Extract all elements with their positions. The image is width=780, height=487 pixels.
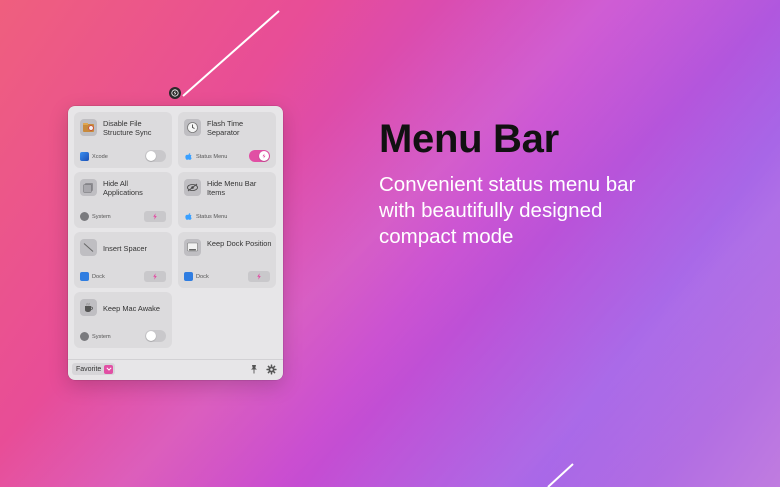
shortcut-card-keep-mac-awake[interactable]: Keep Mac Awake System	[74, 292, 172, 348]
apple-icon	[184, 212, 193, 221]
run-button[interactable]	[144, 211, 166, 222]
filter-dropdown-label: Favorite	[76, 365, 102, 373]
eye-slash-icon	[184, 179, 201, 196]
card-title: Keep Dock Position	[207, 239, 272, 248]
subtitle-line-3: compact mode	[379, 225, 514, 248]
card-source-label: Status Menu	[196, 213, 228, 220]
card-title: Insert Spacer	[103, 244, 147, 253]
menu-bar-panel: Disable File Structure Sync Xcode Flash …	[68, 106, 283, 380]
page-subtitle: Convenient status menu bar with beautifu…	[379, 172, 699, 250]
card-title: Hide Menu Bar Items	[207, 179, 257, 197]
card-source-label: Dock	[196, 273, 209, 280]
card-source-label: Xcode	[92, 153, 108, 160]
shortcut-card-disable-file-structure-sync[interactable]: Disable File Structure Sync Xcode	[74, 112, 172, 168]
card-source-label: System	[92, 333, 111, 340]
card-source-label: System	[92, 213, 111, 220]
shortcut-card-hide-all-applications[interactable]: Hide All Applications System	[74, 172, 172, 228]
shortcut-card-keep-dock-position[interactable]: Keep Dock Position Dock	[178, 232, 276, 288]
card-toggle[interactable]	[145, 330, 166, 342]
filter-dropdown[interactable]: Favorite	[72, 363, 116, 375]
system-icon	[80, 212, 89, 221]
shortcut-card-flash-time-separator[interactable]: Flash Time Separator Status Menu	[178, 112, 276, 168]
card-title: Disable File Structure Sync	[103, 119, 152, 137]
bolt-icon	[257, 273, 261, 280]
pin-icon[interactable]	[249, 364, 259, 374]
card-source: System	[80, 332, 111, 341]
card-source: Dock	[184, 272, 209, 281]
card-source: Dock	[80, 272, 105, 281]
bolt-icon	[153, 213, 157, 220]
dock-icon	[184, 272, 193, 281]
spacer-icon	[80, 239, 97, 256]
window-stack-icon	[80, 179, 97, 196]
clock-icon	[184, 119, 201, 136]
card-toggle[interactable]	[145, 150, 166, 162]
decorative-line-top	[182, 10, 280, 97]
card-source: System	[80, 212, 111, 221]
bolt-icon	[259, 151, 269, 161]
card-source: Xcode	[80, 152, 108, 161]
folder-sync-icon	[80, 119, 97, 136]
dock-icon	[80, 272, 89, 281]
card-source-label: Dock	[92, 273, 105, 280]
card-title: Hide All Applications	[103, 179, 143, 197]
card-source: Status Menu	[184, 152, 227, 161]
card-title: Flash Time Separator	[207, 119, 244, 137]
card-source-label: Status Menu	[196, 153, 228, 160]
shortcut-card-hide-menu-bar-items[interactable]: Hide Menu Bar Items Status Menu	[178, 172, 276, 228]
bolt-icon	[153, 273, 157, 280]
run-button[interactable]	[144, 271, 166, 282]
coffee-cup-icon	[80, 299, 97, 316]
panel-footer: Favorite	[68, 359, 283, 380]
shortcut-card-insert-spacer[interactable]: Insert Spacer Dock	[74, 232, 172, 288]
apple-icon	[184, 152, 193, 161]
gear-icon[interactable]	[266, 364, 277, 375]
card-toggle[interactable]	[249, 150, 270, 162]
dock-position-icon	[184, 239, 201, 256]
run-button[interactable]	[248, 271, 270, 282]
xcode-icon	[80, 152, 89, 161]
subtitle-line-2: with beautifully designed	[379, 199, 603, 222]
page-title: Menu Bar	[379, 117, 559, 161]
subtitle-line-1: Convenient status menu bar	[379, 173, 636, 196]
power-bolt-icon[interactable]	[169, 87, 181, 99]
card-source: Status Menu	[184, 212, 227, 221]
card-title: Keep Mac Awake	[103, 304, 160, 313]
system-icon	[80, 332, 89, 341]
decorative-line-bottom	[547, 463, 574, 487]
chevron-down-icon	[104, 364, 114, 374]
